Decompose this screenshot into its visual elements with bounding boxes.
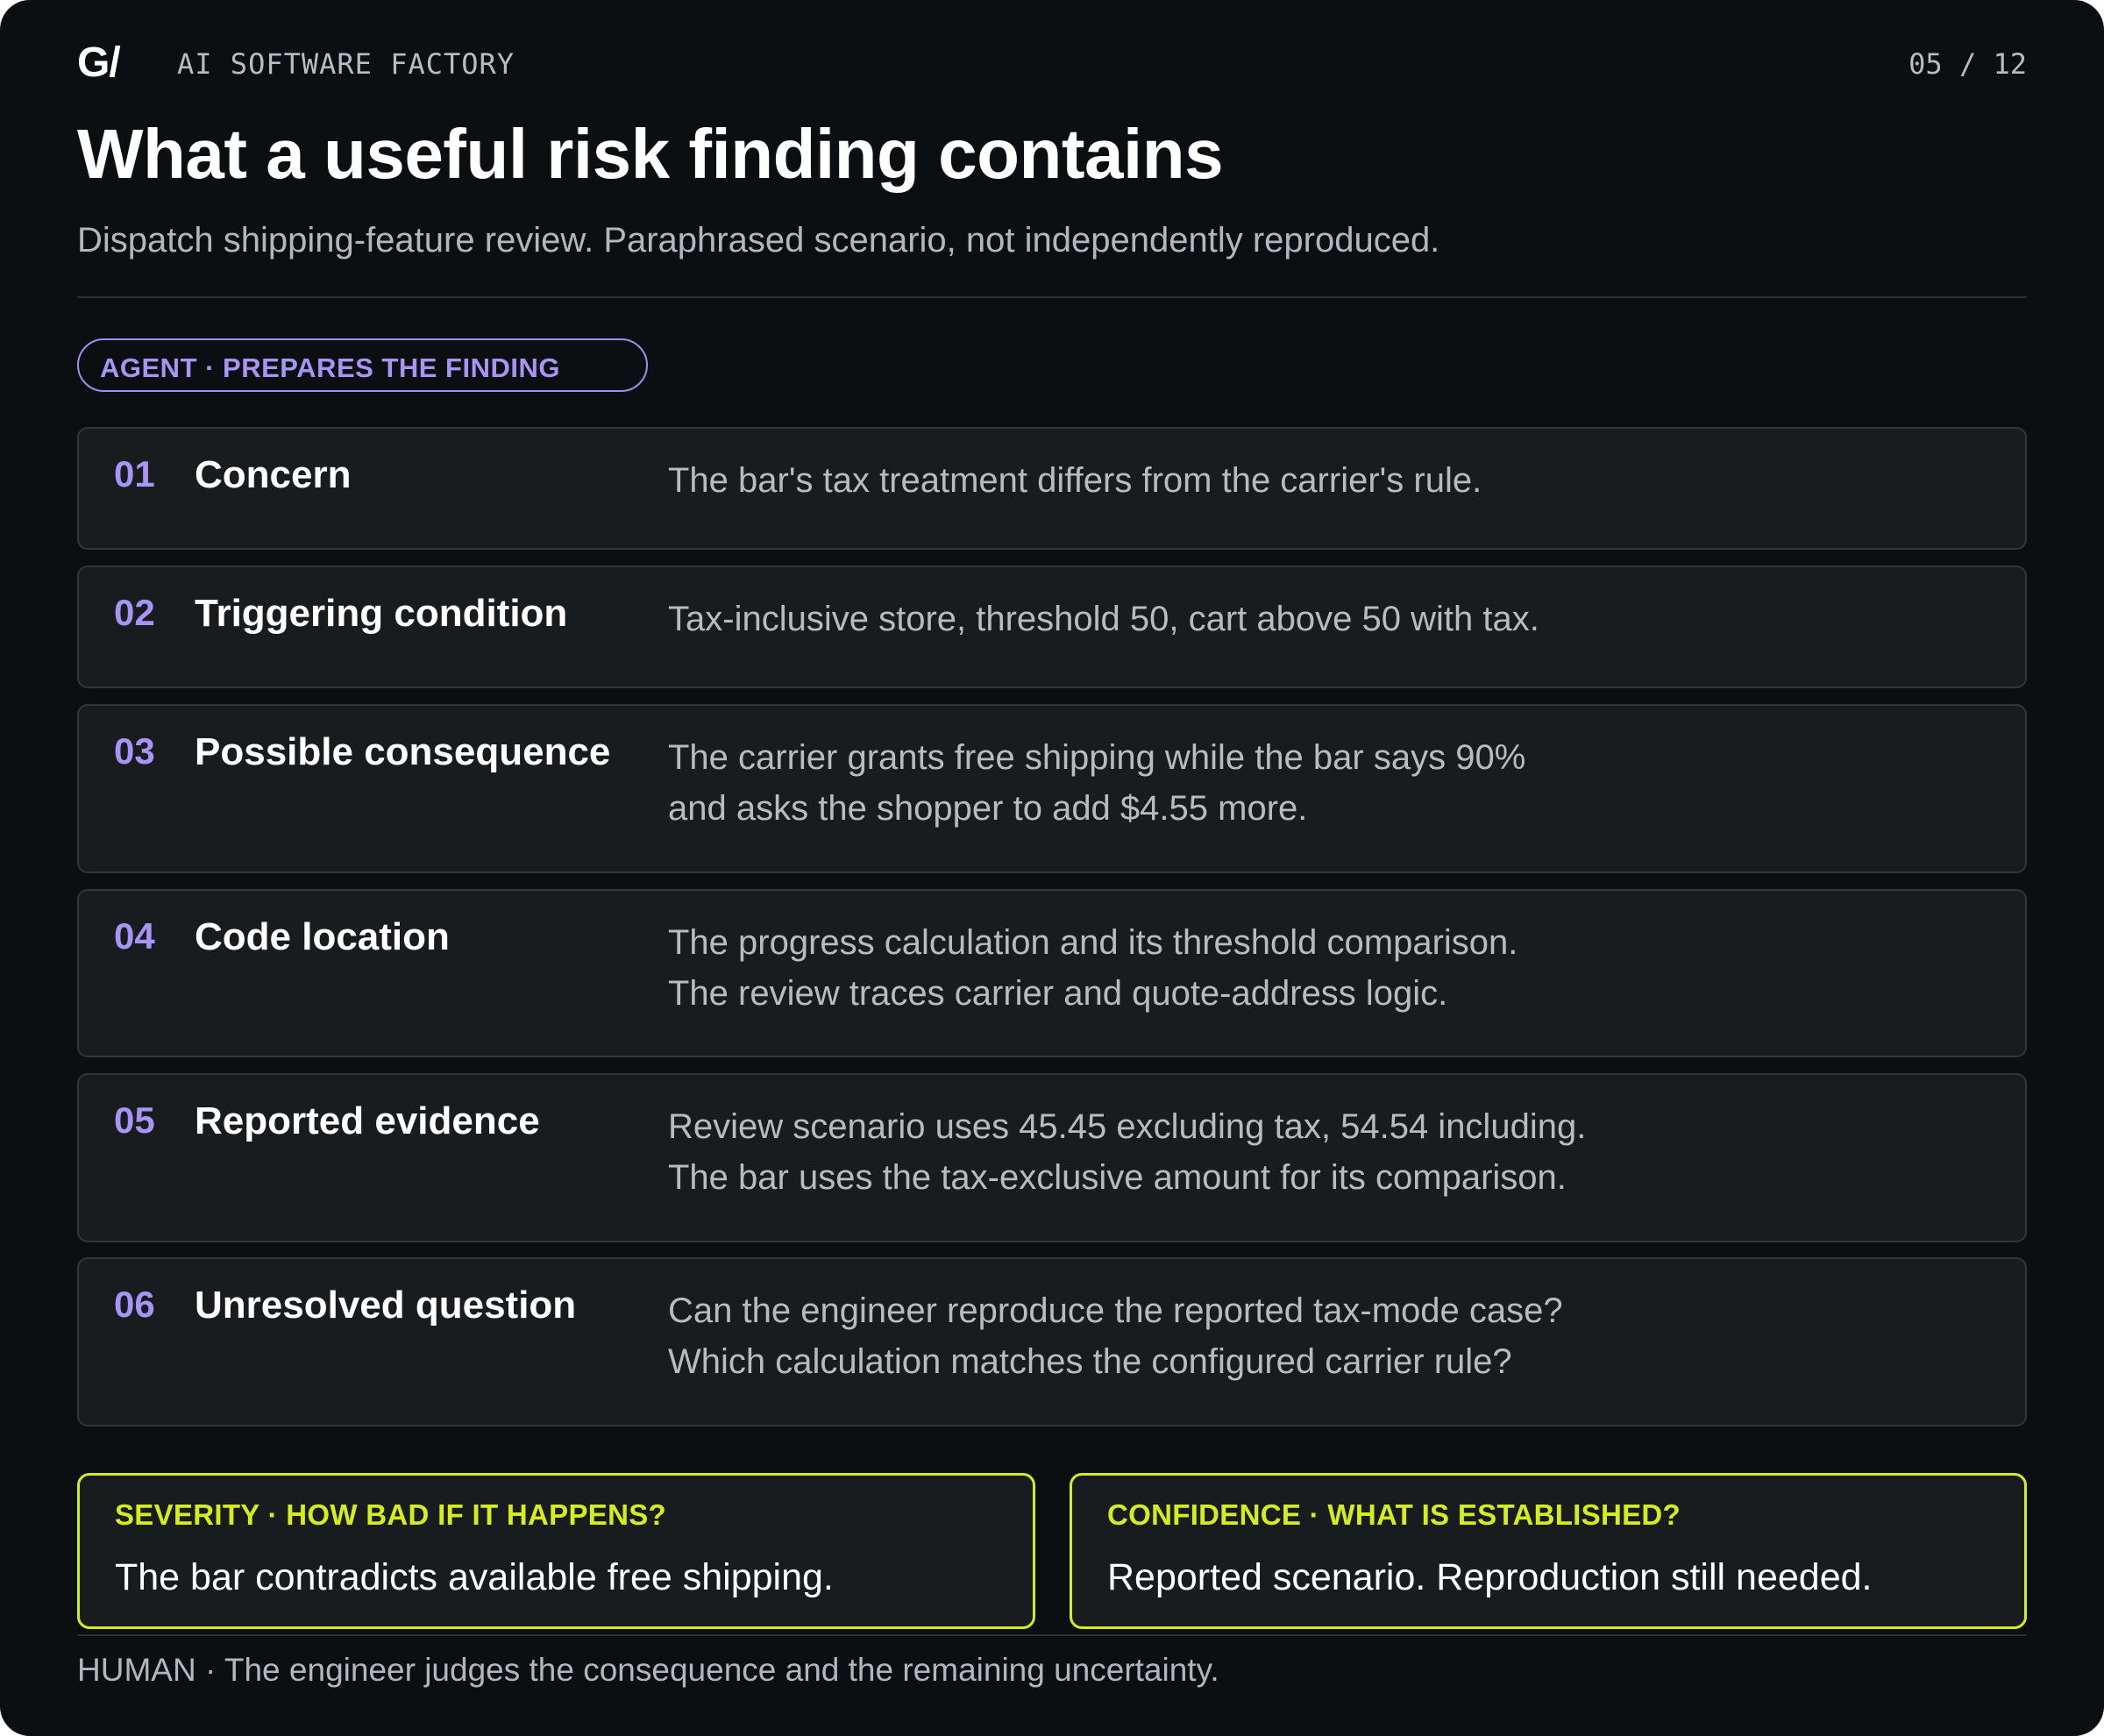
page-title: What a useful risk finding contains — [77, 115, 1224, 193]
row-description: Review scenario uses 45.45 excluding tax… — [668, 1101, 1586, 1203]
footer-divider — [77, 1634, 2027, 1636]
finding-row-unresolved-question: 06 Unresolved question Can the engineer … — [77, 1257, 2027, 1427]
row-description: The bar's tax treatment differs from the… — [668, 455, 1482, 506]
finding-row-concern: 01 Concern The bar's tax treatment diffe… — [77, 427, 2027, 550]
slide: G/ AI SOFTWARE FACTORY 05 / 12 What a us… — [0, 0, 2104, 1736]
finding-row-reported-evidence: 05 Reported evidence Review scenario use… — [77, 1073, 2027, 1242]
severity-body: The bar contradicts available free shipp… — [115, 1556, 834, 1598]
severity-title: SEVERITY · HOW BAD IF IT HAPPENS? — [115, 1498, 667, 1531]
row-description-line: Tax-inclusive store, threshold 50, cart … — [668, 600, 1539, 638]
page-indicator: 05 / 12 — [1909, 47, 2027, 81]
logo: G/ — [77, 39, 121, 86]
brand-name: AI SOFTWARE FACTORY — [177, 47, 515, 81]
agent-pill: AGENT · PREPARES THE FINDING — [77, 338, 648, 392]
confidence-title: CONFIDENCE · WHAT IS ESTABLISHED? — [1107, 1498, 1681, 1531]
header-divider — [77, 296, 2027, 298]
row-description-line: The bar's tax treatment differs from the… — [668, 461, 1482, 500]
row-description: The progress calculation and its thresho… — [668, 917, 1518, 1019]
row-label: Unresolved question — [195, 1284, 577, 1327]
finding-row-possible-consequence: 03 Possible consequence The carrier gran… — [77, 704, 2027, 873]
row-number: 02 — [114, 592, 155, 633]
row-number: 05 — [114, 1099, 155, 1141]
severity-card: SEVERITY · HOW BAD IF IT HAPPENS? The ba… — [77, 1473, 1035, 1629]
top-bar: G/ AI SOFTWARE FACTORY 05 / 12 — [77, 39, 2027, 88]
finding-row-triggering-condition: 02 Triggering condition Tax-inclusive st… — [77, 566, 2027, 688]
row-description: Tax-inclusive store, threshold 50, cart … — [668, 594, 1539, 644]
row-description-line: The review traces carrier and quote-addr… — [668, 974, 1448, 1013]
footer-note: HUMAN · The engineer judges the conseque… — [77, 1652, 1219, 1688]
row-description-line: Can the engineer reproduce the reported … — [668, 1291, 1563, 1330]
row-label: Possible consequence — [195, 730, 611, 773]
row-number: 01 — [114, 453, 155, 494]
row-description-line: and asks the shopper to add $4.55 more. — [668, 789, 1308, 828]
row-label: Triggering condition — [195, 592, 568, 635]
row-number: 06 — [114, 1284, 155, 1325]
row-description-line: The progress calculation and its thresho… — [668, 923, 1518, 962]
row-description-line: Which calculation matches the configured… — [668, 1342, 1512, 1381]
row-label: Code location — [195, 915, 450, 958]
row-description: The carrier grants free shipping while t… — [668, 732, 1525, 834]
row-label: Concern — [195, 453, 352, 496]
row-description-line: Review scenario uses 45.45 excluding tax… — [668, 1107, 1587, 1146]
finding-row-code-location: 04 Code location The progress calculatio… — [77, 889, 2027, 1057]
row-description-line: The carrier grants free shipping while t… — [668, 738, 1526, 777]
page-subtitle: Dispatch shipping-feature review. Paraph… — [77, 221, 1440, 260]
row-description: Can the engineer reproduce the reported … — [668, 1285, 1563, 1387]
confidence-card: CONFIDENCE · WHAT IS ESTABLISHED? Report… — [1070, 1473, 2027, 1629]
row-number: 04 — [114, 915, 155, 957]
row-label: Reported evidence — [195, 1099, 540, 1142]
row-number: 03 — [114, 730, 155, 772]
confidence-body: Reported scenario. Reproduction still ne… — [1107, 1556, 1873, 1598]
row-description-line: The bar uses the tax-exclusive amount fo… — [668, 1158, 1567, 1197]
